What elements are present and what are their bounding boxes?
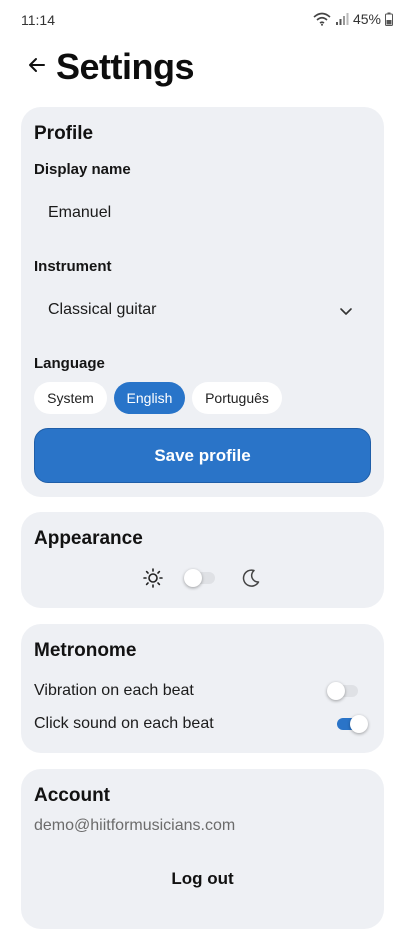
instrument-select[interactable]: Classical guitar	[21, 292, 384, 328]
appearance-title: Appearance	[34, 528, 143, 549]
instrument-value: Classical guitar	[48, 301, 157, 318]
profile-title: Profile	[34, 123, 94, 144]
language-chip-system[interactable]: System	[34, 382, 107, 414]
wifi-icon	[313, 12, 331, 26]
instrument-label: Instrument	[34, 258, 112, 275]
account-title: Account	[34, 785, 110, 806]
arrow-left-icon	[27, 55, 47, 80]
vibration-label: Vibration on each beat	[34, 682, 194, 699]
appearance-card: Appearance	[21, 512, 384, 608]
signal-icon	[335, 12, 349, 26]
dark-mode-toggle-knob	[184, 569, 202, 587]
metronome-title: Metronome	[34, 640, 137, 661]
language-chip-english[interactable]: English	[114, 382, 185, 414]
save-profile-button[interactable]: Save profile	[34, 428, 371, 483]
status-bar: 11:14 45%	[0, 0, 405, 40]
profile-card: Profile Display name Emanuel Instrument …	[21, 107, 384, 497]
language-label: Language	[34, 355, 105, 372]
vibration-toggle[interactable]	[327, 682, 358, 700]
header: Settings	[0, 42, 405, 92]
battery-icon	[385, 12, 393, 26]
back-button[interactable]	[24, 54, 50, 80]
chevron-down-icon	[339, 304, 353, 322]
vibration-toggle-knob	[327, 682, 345, 700]
display-name-label: Display name	[34, 161, 131, 178]
account-card: Account demo@hiitformusicians.com Log ou…	[21, 769, 384, 929]
click-sound-label: Click sound on each beat	[34, 715, 214, 732]
language-chip-portugues[interactable]: Português	[192, 382, 282, 414]
logout-button[interactable]: Log out	[21, 869, 384, 889]
language-options: System English Português	[21, 382, 384, 414]
status-icons: 45%	[313, 11, 393, 27]
battery-percent: 45%	[352, 11, 381, 27]
status-time: 11:14	[21, 12, 55, 28]
page-title: Settings	[56, 46, 195, 87]
moon-icon	[241, 568, 261, 593]
display-name-field[interactable]: Emanuel	[48, 204, 111, 222]
sun-icon	[143, 568, 163, 593]
dark-mode-toggle[interactable]	[184, 569, 215, 587]
metronome-card: Metronome Vibration on each beat Click s…	[21, 624, 384, 753]
click-sound-toggle[interactable]	[337, 715, 368, 733]
account-email: demo@hiitformusicians.com	[34, 817, 236, 834]
click-sound-toggle-knob	[350, 715, 368, 733]
